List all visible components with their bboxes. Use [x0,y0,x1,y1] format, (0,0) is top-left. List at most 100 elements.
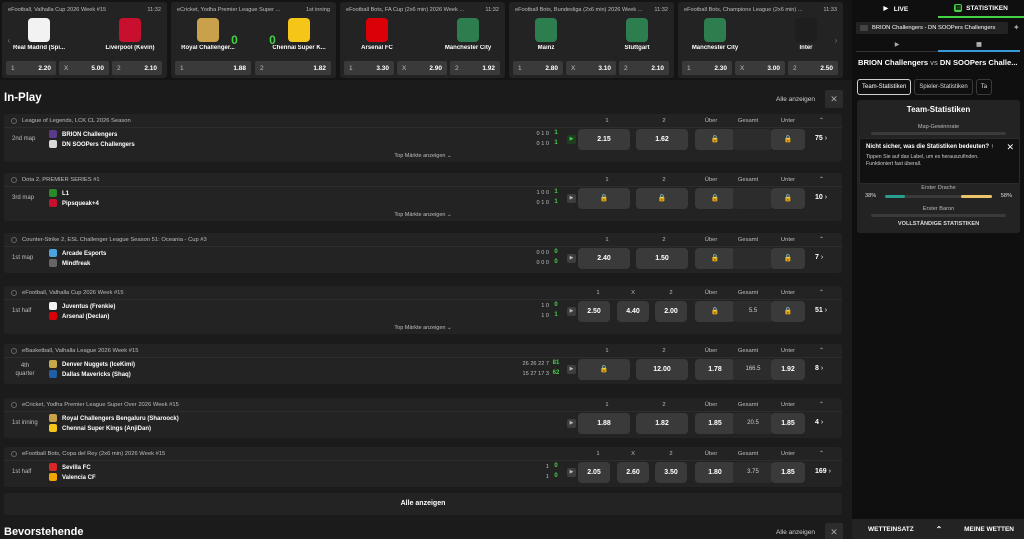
odds-button[interactable]: 1 2.20 [6,61,56,75]
play-icon[interactable]: ▶ [567,194,576,203]
full-stats-link[interactable]: VOLLSTÄNDIGE STATISTIKEN [857,221,1020,227]
close-icon[interactable]: ✕ [1006,142,1014,153]
odds-button[interactable]: 1.82 [636,413,688,434]
collapse-league-icon[interactable]: ⌃ [819,289,824,296]
play-icon[interactable]: ▶ [567,419,576,428]
odds-button[interactable]: 12.00 [636,359,688,380]
collapse-league-icon[interactable]: ⌃ [819,450,824,457]
odds-button[interactable]: 1.80 [695,462,735,483]
odds-button[interactable]: 2 2.10 [112,61,162,75]
lock-icon[interactable]: 🔒 [578,359,630,380]
odds-button[interactable]: 1 1.88 [175,61,251,75]
tab-live[interactable]: ▶ LIVE [852,0,938,18]
event-row[interactable]: 1st half Sevilla FC Valencia CF 1 1 0 0 ▶ 2.05 2.… [4,461,842,484]
all-events-button[interactable]: Alle anzeigen [4,493,842,515]
odds-button[interactable]: 1.88 [578,413,630,434]
collapse-league-icon[interactable]: ⌃ [819,347,824,354]
collapse-league-icon[interactable]: ⌃ [819,401,824,408]
pill-team-stats[interactable]: Team-Statistiken [857,79,912,95]
pill-more[interactable]: Ta [975,79,993,95]
more-markets-count[interactable]: 169 › [815,468,831,475]
odds-button[interactable]: 1.92 [771,359,805,380]
collapse-league-icon[interactable]: ⌃ [819,117,824,124]
first-baron-label[interactable]: Erster Baron [857,206,1020,212]
odds-button[interactable]: X 3.00 [735,61,785,75]
odds-button[interactable]: X 2.90 [397,61,447,75]
featured-match-card[interactable]: eCricket, Yodha Premier League Super ...… [171,2,336,78]
featured-match-card[interactable]: eFootball Bots, Champions League (2x6 mi… [678,2,843,78]
odds-button[interactable]: 2 1.92 [450,61,500,75]
collapse-league-icon[interactable]: ⌃ [819,176,824,183]
chevron-right-icon[interactable]: › [831,34,841,48]
odds-button[interactable]: 2.00 [655,301,687,322]
odds-button[interactable]: 2.50 [578,301,610,322]
event-row[interactable]: 1st map Arcade Esports Mindfreak 0 0 0 0 0 0… [4,247,842,270]
odds-button[interactable]: X 3.10 [566,61,616,75]
collapse-upcoming-button[interactable]: ✕ [825,523,843,539]
first-dragon-label[interactable]: Erster Drache [857,185,1020,191]
event-row[interactable]: 3rd map L1 Pipsqueak+4 1 0 00 1 0 1 1 ▶ 🔒 🔒 🔒 🔒 10 … [4,187,842,210]
more-markets-count[interactable]: 4 › [815,419,823,426]
match-select[interactable]: BRION Challengers - DN SOOPers Challenge… [856,22,1008,34]
pin-icon[interactable]: ✦ [1013,23,1020,32]
lock-icon[interactable]: 🔒 [771,248,805,269]
more-markets-count[interactable]: 8 › [815,365,823,372]
odds-button[interactable]: 1 2.80 [513,61,563,75]
play-icon[interactable]: ▶ [567,365,576,374]
lock-icon[interactable]: 🔒 [695,129,735,150]
featured-match-card[interactable]: eFootball Bots, FA Cup (2x6 min) 2026 We… [340,2,505,78]
lock-icon[interactable]: 🔒 [695,301,735,322]
tab-statistics[interactable]: ▤ STATISTIKEN [938,0,1024,18]
event-row[interactable]: 1st inning Royal Challengers Bengaluru (S… [4,412,842,435]
lock-icon[interactable]: 🔒 [695,248,735,269]
featured-match-card[interactable]: eFootball Bots, Bundesliga (2x6 min) 202… [509,2,674,78]
more-markets-count[interactable]: 7 › [815,254,823,261]
map-win-rate-label[interactable]: Map-Gewinnrate [857,124,1020,130]
odds-button[interactable]: 1.85 [771,462,805,483]
odds-button[interactable]: 1.85 [771,413,805,434]
odds-button[interactable]: 1 3.30 [344,61,394,75]
odds-button[interactable]: 1.85 [695,413,735,434]
play-icon[interactable]: ▶ [567,468,576,477]
top-markets-toggle[interactable]: Top Märkte anzeigen ⌄ [4,211,842,219]
odds-button[interactable]: 2 1.82 [255,61,331,75]
lock-icon[interactable]: 🔒 [636,188,688,209]
featured-match-card[interactable]: eFootball, Valhalla Cup 2026 Week #15 11:… [2,2,167,78]
top-markets-toggle[interactable]: Top Märkte anzeigen ⌄ [4,324,842,332]
pill-player-stats[interactable]: Spieler-Statistiken [914,79,973,95]
lock-icon[interactable]: 🔒 [695,188,735,209]
chevron-up-icon[interactable]: ⌃ [936,525,943,534]
betslip-bar[interactable]: WETTEINSATZ ⌃ MEINE WETTEN [852,519,1024,539]
odds-button[interactable]: 3.50 [655,462,687,483]
odds-button[interactable]: X 5.00 [59,61,109,75]
play-icon[interactable]: ▶ [567,254,576,263]
more-markets-count[interactable]: 10 › [815,194,827,201]
odds-button[interactable]: 1 2.30 [682,61,732,75]
odds-button[interactable]: 1.50 [636,248,688,269]
event-row[interactable]: 2nd map BRION Challengers DN SOOPers Chall… [4,128,842,151]
odds-button[interactable]: 4.40 [617,301,649,322]
lock-icon[interactable]: 🔒 [771,188,805,209]
odds-button[interactable]: 1.78 [695,359,735,380]
event-row[interactable]: 1st half Juventus (Frenkie) Arsenal (Decla… [4,300,842,323]
odds-button[interactable]: 1.62 [636,129,688,150]
play-icon[interactable]: ▶ [567,307,576,316]
tab-video[interactable]: ▶ [856,38,938,52]
top-markets-toggle[interactable]: Top Märkte anzeigen ⌄ [4,152,842,160]
my-bets-label[interactable]: MEINE WETTEN [964,526,1014,533]
chevron-left-icon[interactable]: ‹ [4,34,14,48]
event-row[interactable]: 4th quarter Denver Nuggets (IceKimi) Dalla… [4,358,842,381]
lock-icon[interactable]: 🔒 [771,129,805,150]
odds-button[interactable]: 2 2.10 [619,61,669,75]
more-markets-count[interactable]: 75 › [815,135,827,142]
collapse-inplay-button[interactable]: ✕ [825,90,843,108]
show-all-upcoming-link[interactable]: Alle anzeigen [776,529,815,536]
lock-icon[interactable]: 🔒 [771,301,805,322]
odds-button[interactable]: 2.40 [578,248,630,269]
collapse-league-icon[interactable]: ⌃ [819,236,824,243]
odds-button[interactable]: 2 2.50 [788,61,838,75]
lock-icon[interactable]: 🔒 [578,188,630,209]
tab-scoreboard[interactable]: ▦ [938,38,1020,52]
play-icon[interactable]: ▶ [567,135,576,144]
odds-button[interactable]: 2.05 [578,462,610,483]
